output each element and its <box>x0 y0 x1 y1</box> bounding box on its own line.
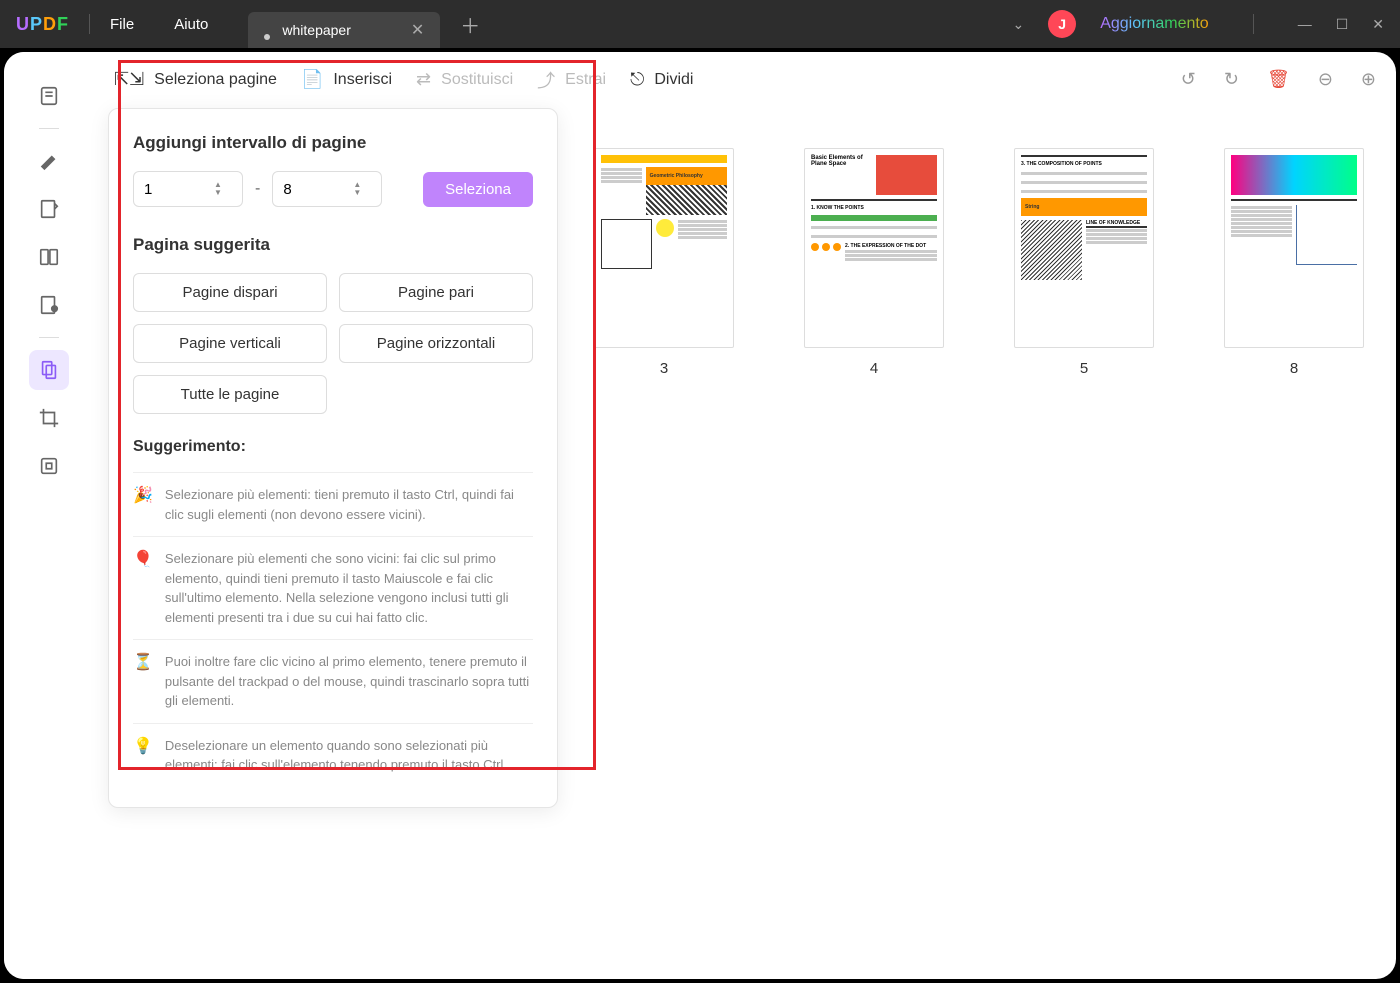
sidebar-form-icon[interactable] <box>29 237 69 277</box>
tab-title: whitepaper <box>282 22 351 38</box>
tip-text: Selezionare più elementi: tieni premuto … <box>165 485 533 524</box>
page-preview <box>1224 148 1364 348</box>
page-thumbnail[interactable]: 3. THE COMPOSITION OF POINTS String LINE… <box>1014 148 1154 377</box>
tip-text: Selezionare più elementi che sono vicini… <box>165 549 533 627</box>
select-pages-panel: Aggiungi intervallo di pagine ▲▼ - ▲▼ Se… <box>108 108 558 808</box>
page-preview: Basic Elements of Plane Space 1. KNOW TH… <box>804 148 944 348</box>
sidebar-reader-icon[interactable] <box>29 76 69 116</box>
close-window-icon[interactable]: ✕ <box>1372 16 1384 33</box>
insert-icon: 📄 <box>301 69 323 90</box>
user-avatar[interactable]: J <box>1048 10 1076 38</box>
zoom-out-icon[interactable]: ⊖ <box>1318 69 1333 90</box>
page-preview: 3. THE COMPOSITION OF POINTS String LINE… <box>1014 148 1154 348</box>
page-number: 5 <box>1080 360 1088 377</box>
label: Inserisci <box>333 71 392 89</box>
spinner-icons[interactable]: ▲▼ <box>353 181 361 197</box>
select-pages-button[interactable]: ⇱⇲ Seleziona pagine <box>114 69 277 90</box>
page-thumbnail[interactable]: Basic Elements of Plane Space 1. KNOW TH… <box>804 148 944 377</box>
sidebar-highlight-icon[interactable] <box>29 141 69 181</box>
tip-row: 💡 Deselezionare un elemento quando sono … <box>133 723 533 787</box>
extract-icon: ⤴ <box>537 67 555 93</box>
insert-button[interactable]: 📄 Inserisci <box>301 69 392 90</box>
select-pages-icon: ⇱⇲ <box>114 69 144 90</box>
range-dash: - <box>255 180 260 198</box>
rotate-left-icon[interactable]: ↺ <box>1181 69 1196 90</box>
sidebar-protect-icon[interactable] <box>29 285 69 325</box>
tips-title: Suggerimento: <box>133 438 533 456</box>
bulb-icon: 💡 <box>133 736 153 775</box>
horizontal-pages-button[interactable]: Pagine orizzontali <box>339 324 533 363</box>
all-pages-button[interactable]: Tutte le pagine <box>133 375 327 414</box>
titlebar: UPDF File Aiuto whitepaper ✕ ＋ ⌄ J Aggio… <box>0 0 1400 48</box>
range-from-input[interactable]: ▲▼ <box>133 171 243 207</box>
update-label[interactable]: Aggiornamento <box>1100 15 1209 33</box>
label: Seleziona pagine <box>154 71 277 89</box>
party-icon: 🎉 <box>133 485 153 524</box>
page-preview: Geometric Philosophy <box>594 148 734 348</box>
replace-button[interactable]: ⇄ Sostituisci <box>416 69 513 90</box>
zoom-in-icon[interactable]: ⊕ <box>1361 69 1376 90</box>
replace-icon: ⇄ <box>416 69 431 90</box>
help-menu[interactable]: Aiuto <box>174 16 208 33</box>
hourglass-icon: ⏳ <box>133 652 153 711</box>
label: Dividi <box>654 71 693 89</box>
sidebar-ocr-icon[interactable] <box>29 446 69 486</box>
label: Estrai <box>565 71 606 89</box>
tip-text: Deselezionare un elemento quando sono se… <box>165 736 533 775</box>
vertical-pages-button[interactable]: Pagine verticali <box>133 324 327 363</box>
divider <box>89 14 90 34</box>
divider <box>39 128 59 129</box>
minimize-icon[interactable]: — <box>1298 16 1312 32</box>
divider <box>39 337 59 338</box>
file-menu[interactable]: File <box>110 16 134 33</box>
close-tab-icon[interactable]: ✕ <box>411 20 424 40</box>
split-button[interactable]: ⎋ Dividi <box>630 69 693 90</box>
new-tab-button[interactable]: ＋ <box>460 10 480 39</box>
tip-row: ⏳ Puoi inoltre fare clic vicino al primo… <box>133 639 533 723</box>
tab-indicator <box>264 34 270 40</box>
select-button[interactable]: Seleziona <box>423 172 533 207</box>
updf-logo: UPDF <box>16 14 69 35</box>
page-number: 8 <box>1290 360 1298 377</box>
sidebar-edit-icon[interactable] <box>29 189 69 229</box>
document-tab[interactable]: whitepaper ✕ <box>248 12 440 48</box>
extract-button[interactable]: ⤴ Estrai <box>537 67 606 93</box>
maximize-icon[interactable]: ☐ <box>1336 16 1349 33</box>
sidebar-crop-icon[interactable] <box>29 398 69 438</box>
balloon-icon: 🎈 <box>133 549 153 627</box>
rotate-right-icon[interactable]: ↻ <box>1224 69 1239 90</box>
panel-title: Aggiungi intervallo di pagine <box>133 133 533 153</box>
tip-text: Puoi inoltre fare clic vicino al primo e… <box>165 652 533 711</box>
delete-icon[interactable]: 🗑 <box>1267 69 1290 90</box>
label: Sostituisci <box>441 71 513 89</box>
even-pages-button[interactable]: Pagine pari <box>339 273 533 312</box>
page-number: 4 <box>870 360 878 377</box>
tip-row: 🎈 Selezionare più elementi che sono vici… <box>133 536 533 639</box>
page-toolbar: ⇱⇲ Seleziona pagine 📄 Inserisci ⇄ Sostit… <box>94 52 1396 108</box>
tip-row: 🎉 Selezionare più elementi: tieni premut… <box>133 472 533 536</box>
page-number: 3 <box>660 360 668 377</box>
to-value[interactable] <box>283 181 353 198</box>
spinner-icons[interactable]: ▲▼ <box>214 181 222 197</box>
range-to-input[interactable]: ▲▼ <box>272 171 382 207</box>
sidebar-pages-icon[interactable] <box>29 350 69 390</box>
from-value[interactable] <box>144 181 214 198</box>
suggested-title: Pagina suggerita <box>133 235 533 255</box>
chevron-down-icon[interactable]: ⌄ <box>1012 16 1024 33</box>
split-icon: ⎋ <box>630 69 644 90</box>
divider <box>1253 14 1254 34</box>
odd-pages-button[interactable]: Pagine dispari <box>133 273 327 312</box>
left-sidebar <box>4 52 94 979</box>
page-thumbnail[interactable]: 8 <box>1224 148 1364 377</box>
page-thumbnail[interactable]: Geometric Philosophy 3 <box>594 148 734 377</box>
